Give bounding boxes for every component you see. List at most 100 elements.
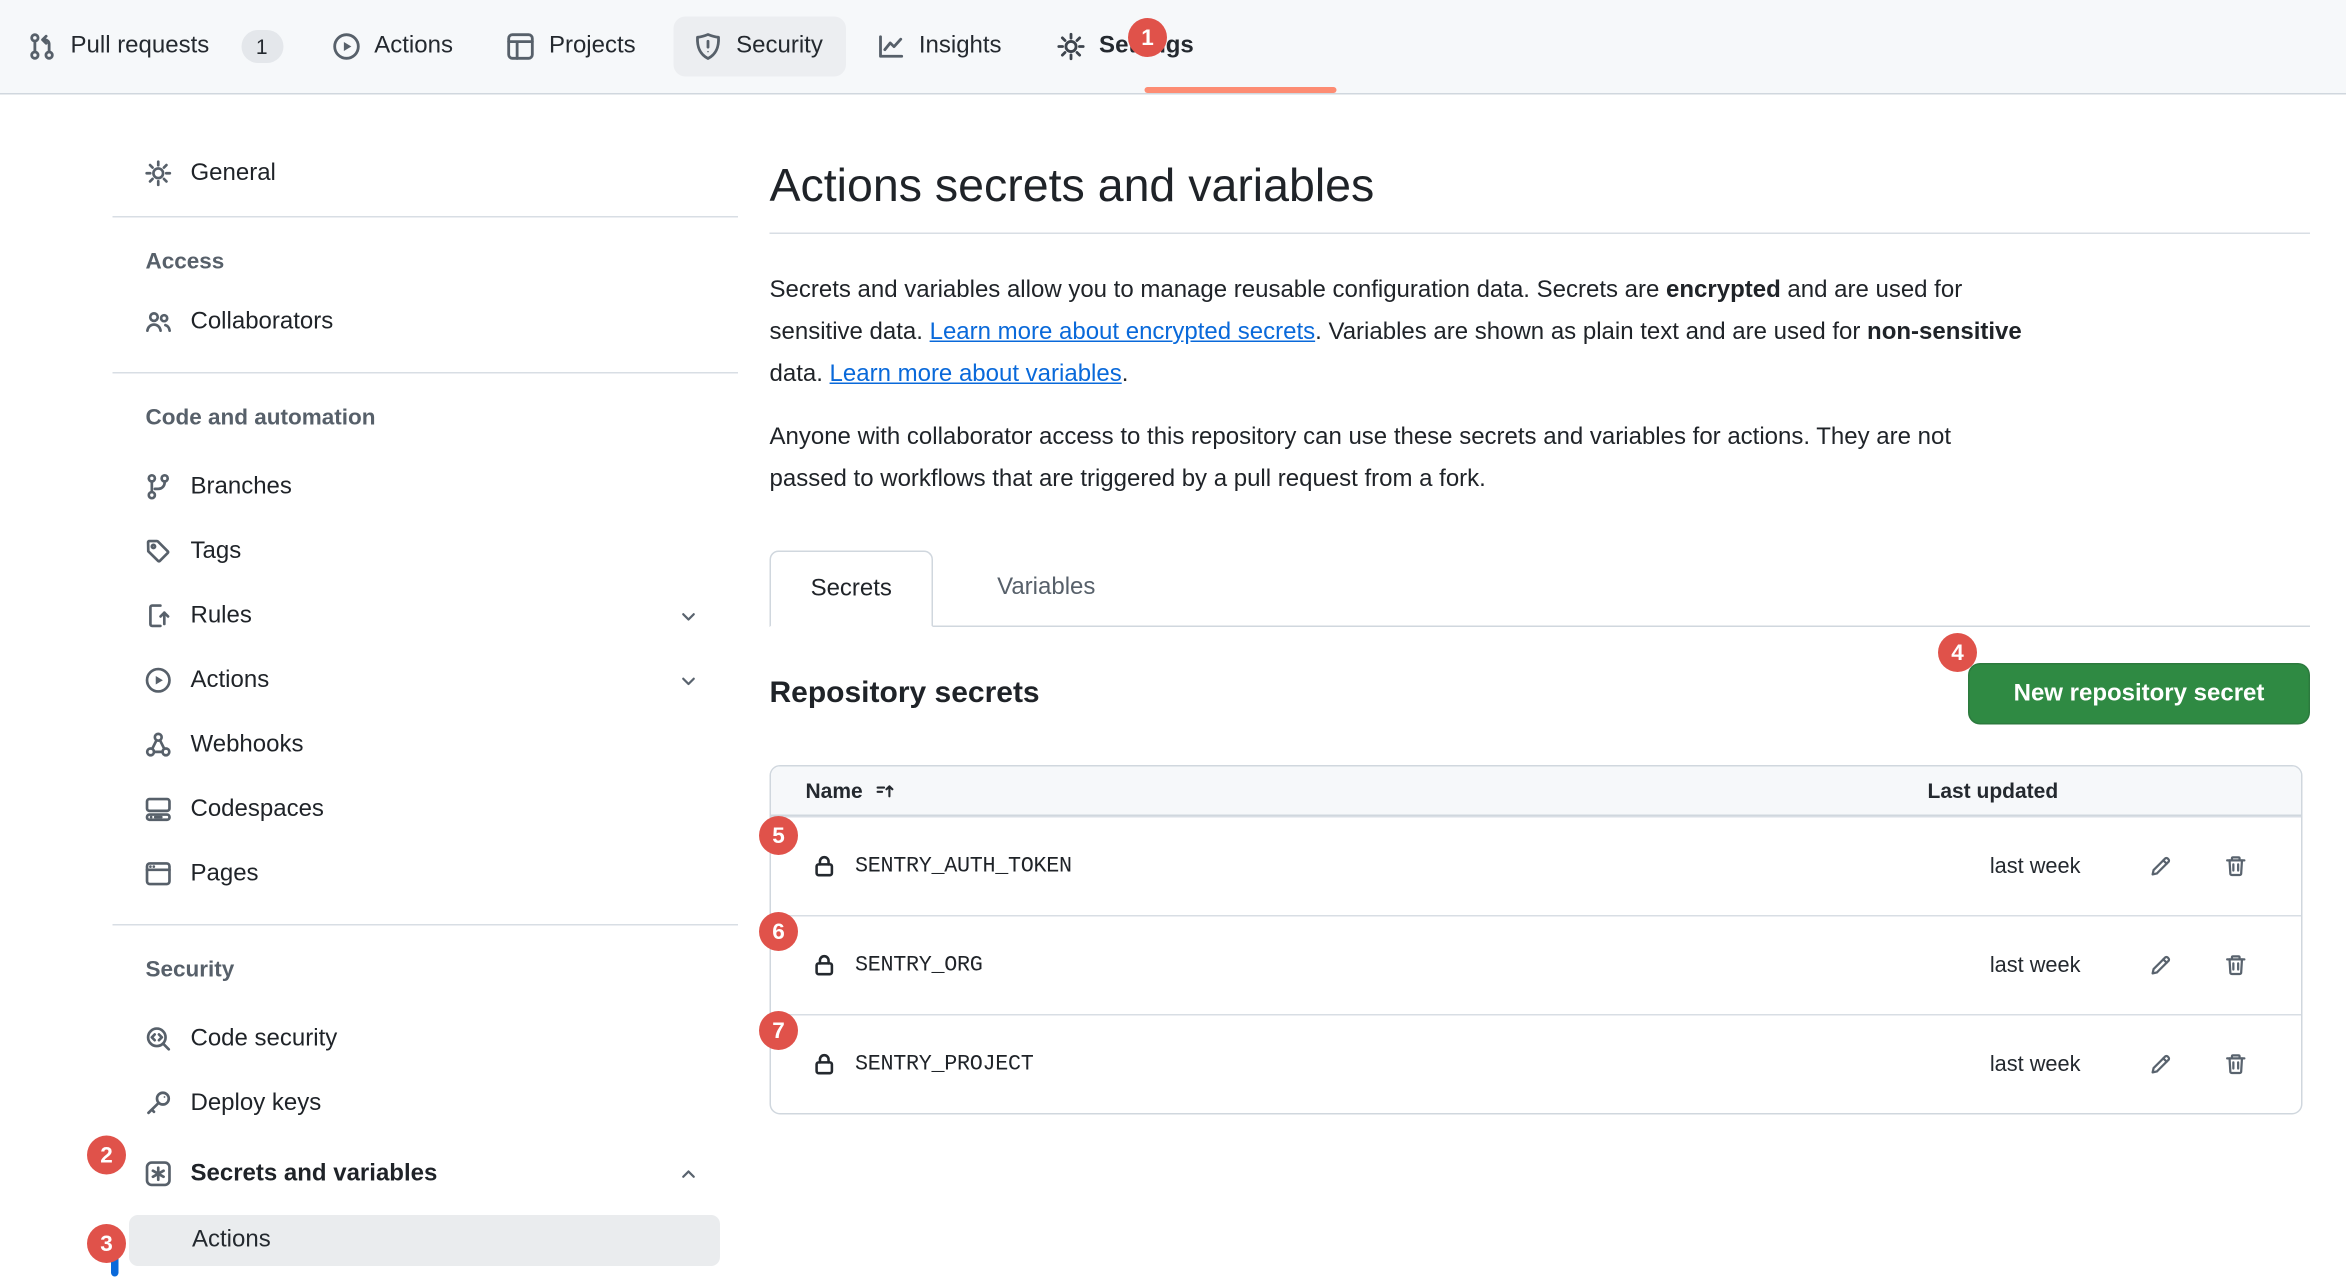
play-icon xyxy=(331,32,361,62)
active-tab-underline xyxy=(1145,87,1337,93)
code-scan-icon xyxy=(144,1025,173,1054)
tab-label: Secrets xyxy=(811,575,892,602)
secret-name: SENTRY_ORG xyxy=(855,953,983,977)
secret-row: SENTRY_PROJECT last week xyxy=(771,1014,2301,1113)
last-updated-value: last week xyxy=(1990,953,2081,977)
chevron-down-icon[interactable] xyxy=(680,671,698,689)
sidebar-item-label: Pages xyxy=(191,859,259,889)
chevron-down-icon[interactable] xyxy=(680,607,698,625)
secret-row: SENTRY_AUTH_TOKEN last week xyxy=(771,816,2301,915)
sidebar-divider xyxy=(113,372,739,374)
graph-icon xyxy=(875,32,905,62)
annotation-marker-3: 3 xyxy=(87,1224,126,1263)
body-text: data. xyxy=(770,362,830,388)
rules-icon xyxy=(144,602,173,631)
sidebar-item-deploy-keys[interactable]: Deploy keys xyxy=(113,1071,739,1136)
sidebar-item-general[interactable]: General xyxy=(113,141,739,206)
tab-label: Variables xyxy=(997,575,1095,602)
lock-icon xyxy=(812,953,838,979)
project-table-icon xyxy=(505,32,535,62)
sidebar-subitem-actions-selected[interactable]: Actions xyxy=(129,1215,720,1266)
nav-tab-projects[interactable]: Projects xyxy=(505,32,635,62)
pull-requests-count-badge: 1 xyxy=(241,30,283,63)
emphasized-text: non-sensitive xyxy=(1867,320,2022,346)
emphasized-text: encrypted xyxy=(1666,278,1781,304)
delete-trash-icon[interactable] xyxy=(2223,953,2249,979)
sidebar-item-codespaces[interactable]: Codespaces xyxy=(113,777,739,842)
paragraph-line: passed to workflows that are triggered b… xyxy=(770,459,2311,501)
sidebar-item-label: Branches xyxy=(191,472,292,502)
learn-more-link[interactable]: Learn more about variables xyxy=(830,362,1122,388)
tag-icon xyxy=(144,537,173,566)
secret-name: SENTRY_PROJECT xyxy=(855,1052,1034,1076)
description-paragraph: Secrets and variables allow you to manag… xyxy=(770,270,2311,396)
sidebar-item-collaborators[interactable]: Collaborators xyxy=(113,290,739,355)
sidebar-item-webhooks[interactable]: Webhooks xyxy=(113,713,739,778)
page-title: Actions secrets and variables xyxy=(770,155,2311,235)
people-icon xyxy=(144,308,173,337)
body-text: and are used for xyxy=(1781,278,1962,304)
sidebar-item-label: Code security xyxy=(191,1024,338,1054)
nav-tab-insights[interactable]: Insights xyxy=(875,32,1001,62)
repository-secrets-heading: Repository secrets xyxy=(770,677,1040,712)
secrets-variables-tabnav: Secrets Variables xyxy=(770,551,2311,628)
webhook-icon xyxy=(144,731,173,760)
tab-secrets[interactable]: Secrets xyxy=(770,551,934,628)
sidebar-item-label: General xyxy=(191,158,276,188)
play-icon xyxy=(144,666,173,695)
sort-ascending-icon[interactable] xyxy=(875,779,898,802)
sidebar-item-tags[interactable]: Tags xyxy=(113,519,739,584)
annotation-marker-4: 4 xyxy=(1938,633,1977,672)
annotation-marker-1: 1 xyxy=(1128,18,1167,57)
edit-pencil-icon[interactable] xyxy=(2148,1052,2174,1078)
secrets-table-header: Name Last updated xyxy=(771,767,2301,817)
browser-icon xyxy=(144,860,173,889)
sidebar-item-label: Rules xyxy=(191,601,252,631)
body-text: passed to workflows that are triggered b… xyxy=(770,467,1486,493)
edit-pencil-icon[interactable] xyxy=(2148,953,2174,979)
learn-more-link[interactable]: Learn more about encrypted secrets xyxy=(930,320,1316,346)
nav-tab-pull-requests[interactable]: Pull requests 1 xyxy=(27,30,283,63)
paragraph-line: Secrets and variables allow you to manag… xyxy=(770,270,2311,312)
body-text: . Variables are shown as plain text and … xyxy=(1315,320,1867,346)
sidebar-item-code-security[interactable]: Code security xyxy=(113,1007,739,1072)
column-header-last-updated: Last updated xyxy=(1928,779,2059,803)
secret-name: SENTRY_AUTH_TOKEN xyxy=(855,854,1072,878)
nav-label: Pull requests xyxy=(71,32,210,62)
pull-request-icon xyxy=(27,32,57,62)
sidebar-divider xyxy=(113,216,739,218)
page: Pull requests 1 Actions Projects xyxy=(0,0,2346,1278)
body-text: sensitive data. xyxy=(770,320,930,346)
nav-tab-actions[interactable]: Actions xyxy=(331,32,453,62)
edit-pencil-icon[interactable] xyxy=(2148,854,2174,880)
nav-tab-settings[interactable]: Settings xyxy=(1056,32,1194,62)
sidebar-item-label: Tags xyxy=(191,536,242,566)
repository-secrets-header-row: Repository secrets New repository secret xyxy=(770,663,2311,725)
sidebar-item-secrets-and-variables[interactable]: Secrets and variables xyxy=(113,1142,739,1207)
new-repository-secret-button[interactable]: New repository secret xyxy=(1968,663,2310,725)
annotation-marker-6: 6 xyxy=(759,912,798,951)
sidebar-item-branches[interactable]: Branches xyxy=(113,455,739,520)
sidebar-item-label: Codespaces xyxy=(191,794,324,824)
sidebar-item-label: Actions xyxy=(191,665,270,695)
annotation-marker-5: 5 xyxy=(759,816,798,855)
delete-trash-icon[interactable] xyxy=(2223,1052,2249,1078)
tab-variables[interactable]: Variables xyxy=(971,551,1123,626)
sidebar-item-rules[interactable]: Rules xyxy=(113,584,739,649)
sidebar-item-label: Deploy keys xyxy=(191,1088,322,1118)
sidebar-item-actions[interactable]: Actions xyxy=(113,648,739,713)
key-icon xyxy=(144,1089,173,1118)
column-header-name: Name xyxy=(806,779,863,803)
git-branch-icon xyxy=(144,473,173,502)
sidebar-item-pages[interactable]: Pages xyxy=(113,842,739,907)
sidebar-item-label: Secrets and variables xyxy=(191,1159,438,1189)
nav-tab-security[interactable]: Security xyxy=(673,17,845,77)
settings-sidebar: General Access Collaborators Code and au… xyxy=(113,95,739,1267)
sidebar-divider xyxy=(113,924,739,926)
sidebar-item-label: Webhooks xyxy=(191,730,304,760)
codespaces-icon xyxy=(144,795,173,824)
chevron-up-icon[interactable] xyxy=(680,1165,698,1183)
nav-label: Security xyxy=(736,32,823,62)
delete-trash-icon[interactable] xyxy=(2223,854,2249,880)
description-paragraph: Anyone with collaborator access to this … xyxy=(770,417,2311,501)
